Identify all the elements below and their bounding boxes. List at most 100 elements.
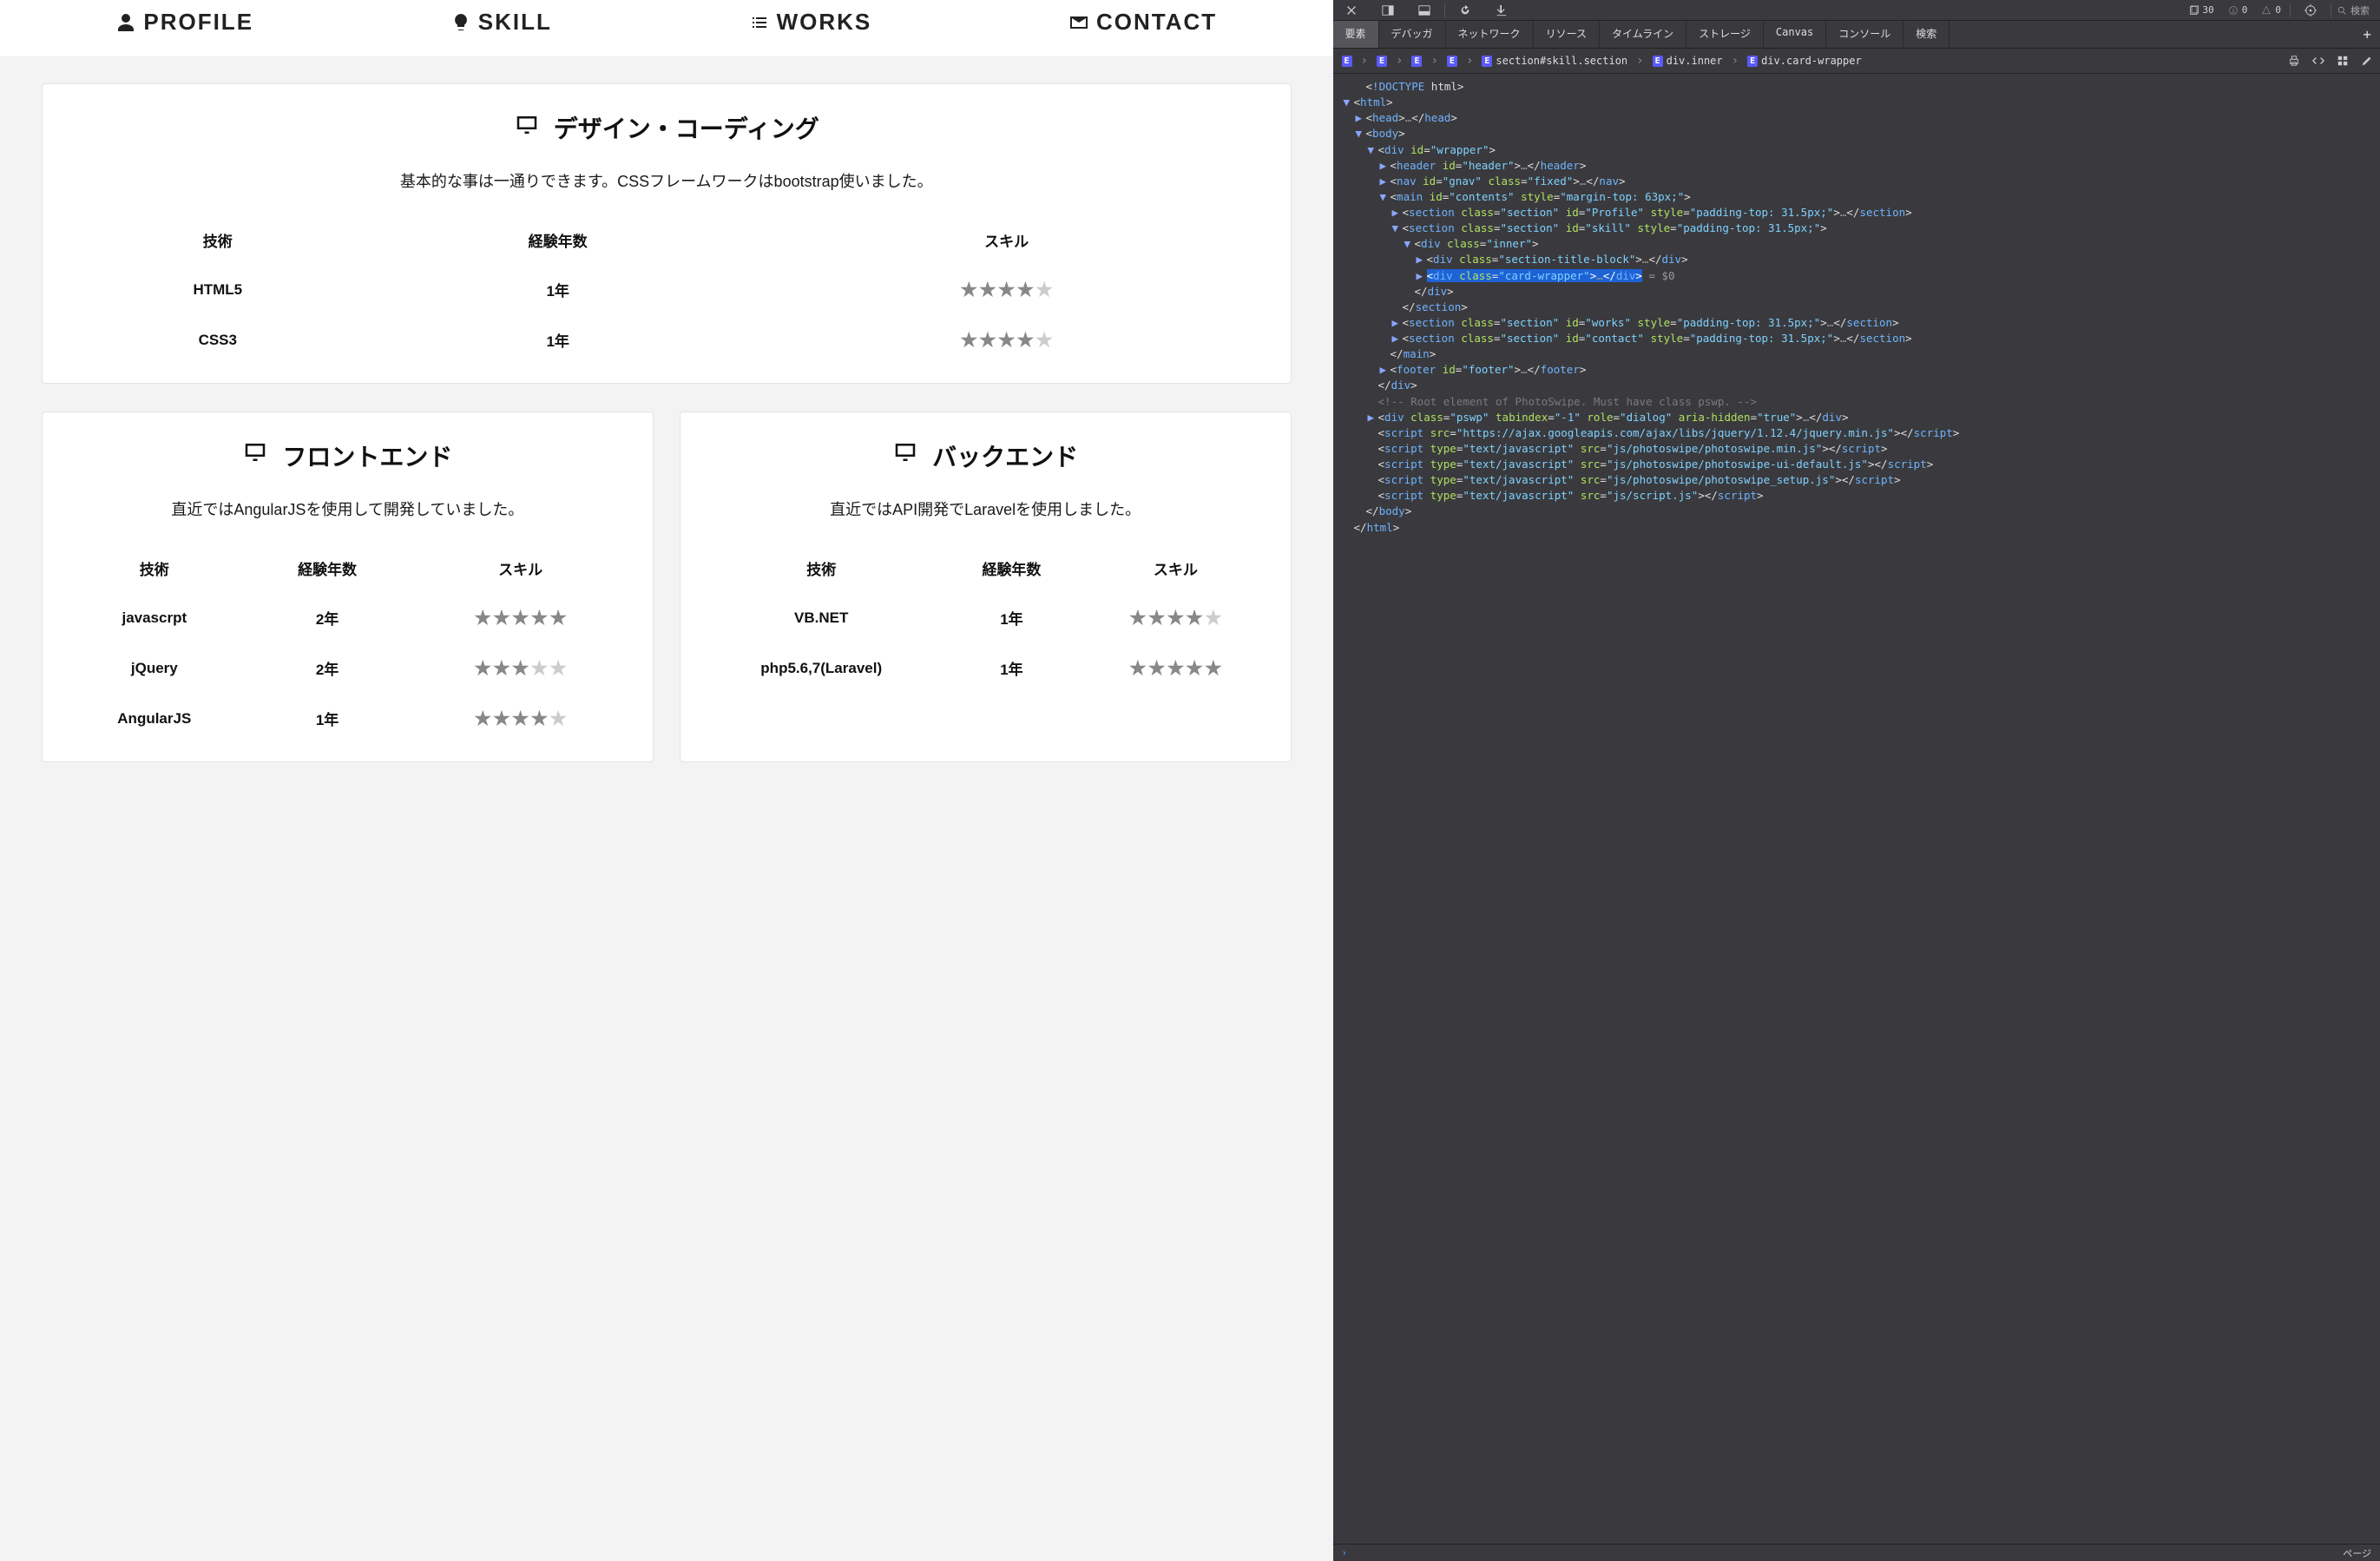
- warn-badge[interactable]: 0: [2254, 4, 2288, 16]
- dock-bottom-icon[interactable]: [1406, 0, 1443, 21]
- nav-profile[interactable]: PROFILE: [115, 9, 253, 36]
- nav-works[interactable]: WORKS: [749, 9, 872, 36]
- dock-side-icon[interactable]: [1370, 0, 1406, 21]
- dom-line[interactable]: ▼<body>: [1344, 126, 2380, 142]
- devtools-tab-add[interactable]: +: [2354, 21, 2380, 48]
- chevron-right-icon[interactable]: ▶: [1380, 174, 1391, 189]
- th-skill: スキル: [406, 543, 635, 593]
- breadcrumb-item[interactable]: Ediv.inner: [1651, 52, 1746, 69]
- download-icon[interactable]: [1483, 0, 1520, 21]
- th-years: 経験年数: [376, 215, 740, 265]
- devtools-tab-デバッガ[interactable]: デバッガ: [1379, 21, 1446, 48]
- dom-line[interactable]: ▼<div class="inner">: [1344, 236, 2380, 252]
- chevron-right-icon[interactable]: ▶: [1392, 331, 1403, 346]
- dom-line[interactable]: </section>: [1344, 300, 2380, 315]
- svg-text:i: i: [2232, 8, 2235, 15]
- table-row: jQuery2年★★★★★: [60, 643, 635, 694]
- reload-icon[interactable]: [1447, 0, 1483, 21]
- dom-line[interactable]: ▶<head>…</head>: [1344, 110, 2380, 126]
- tree-spacer: [1404, 284, 1415, 300]
- dom-line[interactable]: ▶<footer id="footer">…</footer>: [1344, 362, 2380, 378]
- code-icon[interactable]: [2312, 55, 2324, 67]
- breadcrumb-item[interactable]: Ediv.card-wrapper: [1746, 53, 1877, 69]
- devtools-tab-タイムライン[interactable]: タイムライン: [1600, 21, 1686, 48]
- table-row: VB.NET1年★★★★★: [698, 593, 1273, 643]
- devtools-search[interactable]: 検索: [2333, 3, 2380, 17]
- dom-line[interactable]: </div>: [1344, 284, 2380, 300]
- brush-icon[interactable]: [2361, 55, 2373, 67]
- dom-line[interactable]: ▶<div class="section-title-block">…</div…: [1344, 252, 2380, 267]
- devtools-tab-リソース[interactable]: リソース: [1534, 21, 1600, 48]
- dom-line[interactable]: </body>: [1344, 504, 2380, 519]
- star-icon: ★: [979, 279, 996, 301]
- th-years: 経験年数: [945, 543, 1079, 593]
- chevron-right-icon[interactable]: ▶: [1368, 410, 1378, 425]
- dom-line[interactable]: ▼<html>: [1344, 95, 2380, 110]
- dom-line[interactable]: ▶<section class="section" id="Profile" s…: [1344, 205, 2380, 221]
- dom-line[interactable]: ▼<div id="wrapper">: [1344, 142, 2380, 158]
- dom-line[interactable]: <script type="text/javascript" src="js/p…: [1344, 441, 2380, 457]
- breadcrumb-item[interactable]: E: [1410, 52, 1444, 69]
- chevron-down-icon[interactable]: ▼: [1392, 221, 1403, 236]
- devtools-tab-コンソール[interactable]: コンソール: [1826, 21, 1903, 48]
- breadcrumb-item[interactable]: E: [1375, 52, 1410, 69]
- tree-spacer: [1368, 394, 1378, 410]
- chevron-right-icon[interactable]: ▶: [1417, 252, 1427, 267]
- console-prompt-icon[interactable]: ›: [1342, 1547, 1348, 1558]
- inspect-icon[interactable]: [2292, 0, 2329, 21]
- chevron-right-icon[interactable]: ▶: [1380, 158, 1391, 174]
- dom-line[interactable]: </html>: [1344, 520, 2380, 536]
- monitor-icon: [514, 112, 540, 144]
- devtools-tab-ネットワーク[interactable]: ネットワーク: [1446, 21, 1534, 48]
- star-rating: ★★★★★: [960, 279, 1053, 301]
- star-icon: ★: [1186, 657, 1203, 680]
- dom-line[interactable]: ▶<nav id="gnav" class="fixed">…</nav>: [1344, 174, 2380, 189]
- dom-line[interactable]: <script type="text/javascript" src="js/s…: [1344, 488, 2380, 504]
- devtools-tab-Canvas[interactable]: Canvas: [1764, 21, 1826, 48]
- dom-line[interactable]: <!-- Root element of PhotoSwipe. Must ha…: [1344, 394, 2380, 410]
- dom-line[interactable]: ▶<div class="card-wrapper">…</div> = $0: [1344, 268, 2380, 284]
- dom-line[interactable]: </main>: [1344, 346, 2380, 362]
- card-backend-title: バックエンド: [932, 438, 1078, 473]
- dom-line[interactable]: <!DOCTYPE html>: [1344, 79, 2380, 95]
- breadcrumb-item[interactable]: Esection#skill.section: [1480, 52, 1650, 69]
- chevron-down-icon[interactable]: ▼: [1356, 126, 1366, 142]
- dom-line[interactable]: ▼<main id="contents" style="margin-top: …: [1344, 189, 2380, 205]
- breadcrumb-item[interactable]: E: [1340, 52, 1375, 69]
- devtools-tab-要素[interactable]: 要素: [1333, 21, 1379, 48]
- grid-icon[interactable]: [2337, 55, 2349, 67]
- dom-line[interactable]: <script type="text/javascript" src="js/p…: [1344, 457, 2380, 472]
- dom-line[interactable]: </div>: [1344, 378, 2380, 393]
- dom-line[interactable]: <script src="https://ajax.googleapis.com…: [1344, 425, 2380, 441]
- dom-tree[interactable]: <!DOCTYPE html>▼<html>▶<head>…</head>▼<b…: [1333, 74, 2380, 1544]
- chevron-right-icon[interactable]: ▶: [1356, 110, 1366, 126]
- dom-line[interactable]: ▶<section class="section" id="works" sty…: [1344, 315, 2380, 331]
- chevron-right-icon[interactable]: ▶: [1392, 205, 1403, 221]
- cell-skill: ★★★★★: [740, 315, 1273, 366]
- close-icon[interactable]: [1333, 0, 1370, 21]
- chevron-down-icon[interactable]: ▼: [1380, 189, 1391, 205]
- print-icon[interactable]: [2288, 55, 2300, 67]
- chevron-right-icon[interactable]: ▶: [1380, 362, 1391, 378]
- breadcrumb-item[interactable]: E: [1445, 52, 1480, 69]
- nav-contact[interactable]: CONTACT: [1068, 9, 1217, 36]
- dom-line[interactable]: ▶<section class="section" id="contact" s…: [1344, 331, 2380, 346]
- user-icon: [115, 12, 136, 33]
- chevron-right-icon[interactable]: ▶: [1417, 268, 1427, 284]
- monitor-icon: [892, 439, 918, 471]
- chevron-right-icon[interactable]: ▶: [1392, 315, 1403, 331]
- info-badge[interactable]: i 0: [2221, 4, 2255, 16]
- star-icon: ★: [512, 657, 529, 680]
- nav-skill[interactable]: SKILL: [450, 9, 552, 36]
- devtools-tab-検索[interactable]: 検索: [1903, 21, 1949, 48]
- chevron-down-icon[interactable]: ▼: [1368, 142, 1378, 158]
- tab-count-badge[interactable]: 30: [2182, 4, 2221, 16]
- chevron-down-icon[interactable]: ▼: [1404, 236, 1415, 252]
- devtools-tab-ストレージ[interactable]: ストレージ: [1686, 21, 1764, 48]
- dom-line[interactable]: ▼<section class="section" id="skill" sty…: [1344, 221, 2380, 236]
- dom-line[interactable]: ▶<div class="pswp" tabindex="-1" role="d…: [1344, 410, 2380, 425]
- chevron-down-icon[interactable]: ▼: [1344, 95, 1354, 110]
- dom-line[interactable]: <script type="text/javascript" src="js/p…: [1344, 472, 2380, 488]
- dom-line[interactable]: ▶<header id="header">…</header>: [1344, 158, 2380, 174]
- star-icon: ★: [979, 329, 996, 352]
